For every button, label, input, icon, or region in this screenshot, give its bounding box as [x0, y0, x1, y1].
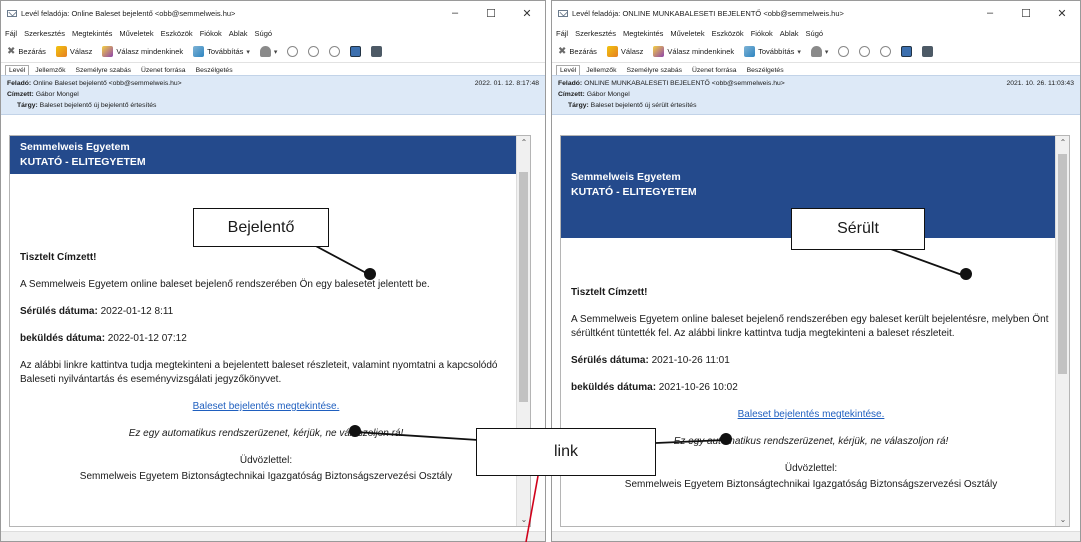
injured-marker-dot: [960, 268, 972, 280]
callout-injured: Sérült: [791, 208, 925, 250]
reporter-marker-dot: [364, 268, 376, 280]
callout-reporter: Bejelentő: [193, 208, 329, 247]
link-marker-dot-right: [720, 433, 732, 445]
red-arrow-line: [525, 475, 539, 542]
injured-pointer-line: [887, 247, 966, 277]
reporter-pointer-line: [311, 243, 371, 276]
callout-link: link: [476, 428, 656, 476]
link-marker-dot-left: [349, 425, 361, 437]
link-pointer-line-left: [354, 431, 479, 441]
link-pointer-line-right: [655, 439, 726, 444]
